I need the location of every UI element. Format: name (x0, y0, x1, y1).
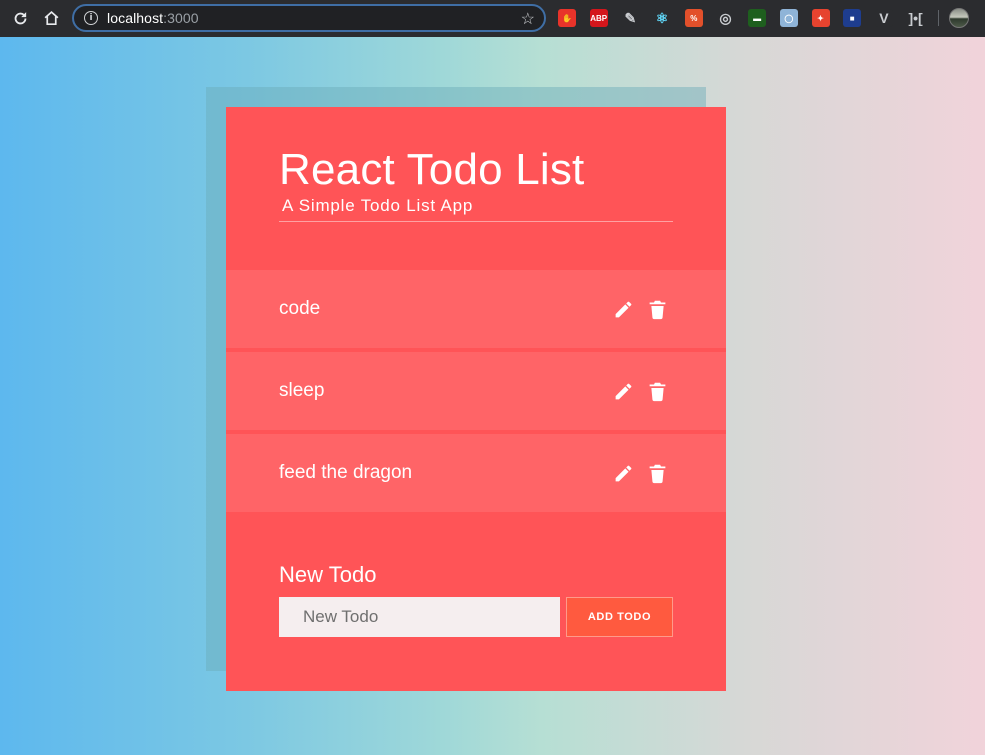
delete-trash-icon[interactable] (646, 298, 668, 320)
page-subtitle: A Simple Todo List App (282, 196, 474, 215)
header-divider (279, 221, 673, 222)
ring-icon[interactable]: ◯ (779, 9, 798, 27)
new-todo-label: New Todo (279, 562, 377, 587)
profile-avatar[interactable] (949, 8, 970, 28)
react-devtools-icon[interactable]: ⚛ (653, 9, 672, 27)
square-icon[interactable]: ■ (843, 9, 862, 27)
edit-pencil-icon[interactable] (612, 380, 634, 402)
browser-toolbar: i localhost:3000 ☆ ✋ ABP ✎ ⚛% ◎ ▬ ◯ ✦ ■ V ]•[ (0, 0, 985, 37)
edit-pencil-icon[interactable] (612, 298, 634, 320)
todo-text[interactable]: feed the dragon (279, 462, 600, 484)
reload-icon[interactable] (7, 6, 33, 32)
todo-item: sleep (226, 352, 726, 430)
url-text: localhost:3000 (107, 10, 199, 26)
page-title: React Todo List (279, 145, 585, 194)
home-icon[interactable] (38, 6, 64, 32)
puzzle-icon[interactable]: ✦ (811, 9, 830, 27)
toolbar-divider (938, 10, 940, 26)
vue-devtools-icon[interactable]: V (874, 9, 893, 27)
delete-trash-icon[interactable] (646, 462, 668, 484)
bookmark-star-icon[interactable]: ☆ (521, 9, 535, 29)
page-background: React Todo List A Simple Todo List App c… (0, 37, 985, 755)
target-icon[interactable]: ◎ (716, 9, 735, 27)
todo-text[interactable]: code (279, 298, 600, 320)
pen-icon[interactable]: ✎ (621, 9, 640, 27)
folder-icon[interactable]: ▬ (748, 9, 767, 27)
todo-card: React Todo List A Simple Todo List App c… (226, 107, 726, 691)
adblock-plus-icon[interactable]: ABP (589, 9, 608, 27)
bracket-icon[interactable]: ]•[ (906, 9, 925, 27)
todo-text[interactable]: sleep (279, 380, 600, 402)
new-todo-form: New Todo ADD TODO (279, 562, 673, 637)
extensions-bar: ✋ ABP ✎ ⚛% ◎ ▬ ◯ ✦ ■ V ]•[ (558, 7, 970, 29)
edit-pencil-icon[interactable] (612, 462, 634, 484)
add-todo-button[interactable]: ADD TODO (566, 597, 673, 637)
percent-icon[interactable]: % (684, 9, 703, 27)
address-bar[interactable]: i localhost:3000 ☆ (72, 4, 546, 32)
info-icon[interactable]: i (84, 11, 98, 25)
todo-item: feed the dragon (226, 434, 726, 512)
hand-stop-icon[interactable]: ✋ (558, 9, 576, 27)
todo-item: code (226, 270, 726, 348)
card-header: React Todo List A Simple Todo List App (279, 145, 673, 222)
delete-trash-icon[interactable] (646, 380, 668, 402)
new-todo-input[interactable] (279, 597, 560, 637)
todo-list: code sleep feed the dragon (226, 270, 726, 516)
